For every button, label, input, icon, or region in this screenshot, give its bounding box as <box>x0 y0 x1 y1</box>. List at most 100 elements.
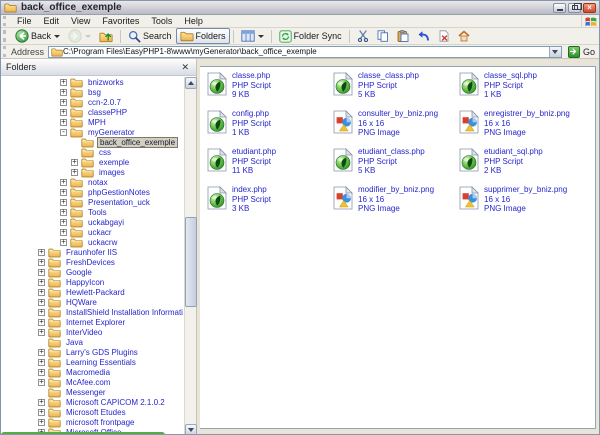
expand-icon[interactable]: + <box>38 319 45 326</box>
tree-item-label[interactable]: bnizworks <box>86 78 126 87</box>
file-tile[interactable]: etudiant_class.phpPHP Script5 KB <box>333 147 459 185</box>
expand-icon[interactable]: + <box>60 189 67 196</box>
copy-button[interactable] <box>373 28 393 44</box>
file-tile[interactable]: classe.phpPHP Script9 KB <box>207 71 333 109</box>
tree-item-label[interactable]: Presentation_uck <box>86 198 152 207</box>
tree-item-label[interactable]: Java <box>64 338 85 347</box>
home-button[interactable] <box>454 28 474 44</box>
back-dropdown-icon[interactable] <box>54 35 60 38</box>
expand-icon[interactable]: + <box>60 199 67 206</box>
tree-item[interactable]: + Macromedia <box>1 367 183 377</box>
minimize-button[interactable] <box>553 3 566 13</box>
scroll-up-button[interactable] <box>185 77 197 89</box>
tree-item-label[interactable]: HappyIcon <box>64 278 106 287</box>
tree-item[interactable]: + McAfee.com <box>1 377 183 387</box>
expand-icon[interactable]: + <box>60 79 67 86</box>
expand-icon[interactable]: + <box>38 249 45 256</box>
views-button[interactable] <box>237 28 268 44</box>
file-name[interactable]: config.php <box>232 109 271 119</box>
tree-item[interactable]: + uckacrw <box>1 237 183 247</box>
toolbar-gripper[interactable] <box>3 30 8 43</box>
tree-item-label[interactable]: back_office_exemple <box>97 137 178 148</box>
toolbar-gripper[interactable] <box>3 46 8 56</box>
tree-item[interactable]: Messenger <box>1 387 183 397</box>
tree-item[interactable]: + bnizworks <box>1 77 183 87</box>
expand-icon[interactable]: + <box>38 309 45 316</box>
tree-item-label[interactable]: Microsoft Etudes <box>64 408 128 417</box>
tree-item[interactable]: + ccn-2.0.7 <box>1 97 183 107</box>
file-name[interactable]: supprimer_by_bniz.png <box>484 185 567 195</box>
file-name[interactable]: classe_sql.php <box>484 71 537 81</box>
expand-icon[interactable]: + <box>38 379 45 386</box>
folder-sync-button[interactable]: Folder Sync <box>275 28 346 45</box>
tree-item[interactable]: + Hewlett-Packard <box>1 287 183 297</box>
collapse-icon[interactable]: - <box>60 129 67 136</box>
tree-item-label[interactable]: Tools <box>86 208 109 217</box>
tree-item[interactable]: + exemple <box>1 157 183 167</box>
tree-item[interactable]: + Microsoft CAPICOM 2.1.0.2 <box>1 397 183 407</box>
expand-icon[interactable]: + <box>38 299 45 306</box>
menu-tools[interactable]: Tools <box>145 15 178 27</box>
tree-item-label[interactable]: uckacr <box>86 228 114 237</box>
tree-item-label[interactable]: microsoft frontpage <box>64 418 136 427</box>
tree-item[interactable]: + Fraunhofer IIS <box>1 247 183 257</box>
file-name[interactable]: classe_class.php <box>358 71 419 81</box>
tree-item-label[interactable]: Hewlett-Packard <box>64 288 127 297</box>
up-button[interactable] <box>95 28 117 45</box>
expand-icon[interactable]: + <box>38 259 45 266</box>
expand-icon[interactable]: + <box>60 239 67 246</box>
tree-item[interactable]: + phpGestionNotes <box>1 187 183 197</box>
tree-item[interactable]: + InterVideo <box>1 327 183 337</box>
tree-item[interactable]: + uckacr <box>1 227 183 237</box>
tree-item[interactable]: + FreshDevices <box>1 257 183 267</box>
expand-icon[interactable]: + <box>71 159 78 166</box>
file-name[interactable]: etudiant_class.php <box>358 147 425 157</box>
forward-button[interactable] <box>64 27 95 45</box>
tree-item-label[interactable]: Fraunhofer IIS <box>64 248 119 257</box>
expand-icon[interactable]: + <box>38 419 45 426</box>
expand-icon[interactable]: + <box>60 219 67 226</box>
close-button[interactable]: × <box>583 3 596 13</box>
file-name[interactable]: index.php <box>232 185 271 195</box>
expand-icon[interactable]: + <box>38 359 45 366</box>
expand-icon[interactable]: + <box>60 119 67 126</box>
tree-item[interactable]: + bsg <box>1 87 183 97</box>
tree-item[interactable]: + uckabgayi <box>1 217 183 227</box>
tree-item-label[interactable]: InterVideo <box>64 328 104 337</box>
file-tile[interactable]: config.phpPHP Script1 KB <box>207 109 333 147</box>
file-name[interactable]: modifier_by_bniz.png <box>358 185 434 195</box>
folders-panel-close-icon[interactable]: ✕ <box>179 63 191 72</box>
tree-item-label[interactable]: uckabgayi <box>86 218 126 227</box>
tree-item-label[interactable]: Macromedia <box>64 368 112 377</box>
tree-item-label[interactable]: Learning Essentials <box>64 358 138 367</box>
expand-icon[interactable]: + <box>60 179 67 186</box>
expand-icon[interactable]: + <box>60 109 67 116</box>
file-tile[interactable]: modifier_by_bniz.png16 x 16PNG Image <box>333 185 459 223</box>
delete-button[interactable] <box>434 28 454 44</box>
file-tile[interactable]: classe_class.phpPHP Script5 KB <box>333 71 459 109</box>
scrollbar-thumb[interactable] <box>185 217 197 307</box>
tree-item-label[interactable]: phpGestionNotes <box>86 188 152 197</box>
tree-item-label[interactable]: bsg <box>86 88 103 97</box>
tree-item[interactable]: + Larry's GDS Plugins <box>1 347 183 357</box>
tree-item-label[interactable]: Messenger <box>64 388 108 397</box>
tree-item[interactable]: + Tools <box>1 207 183 217</box>
file-tile[interactable]: supprimer_by_bniz.png16 x 16PNG Image <box>459 185 585 223</box>
toolbar-gripper[interactable] <box>3 16 8 26</box>
menu-file[interactable]: File <box>11 15 38 27</box>
tree-item[interactable]: + Learning Essentials <box>1 357 183 367</box>
expand-icon[interactable]: + <box>38 279 45 286</box>
tree-item-label[interactable]: notax <box>86 178 110 187</box>
expand-icon[interactable]: + <box>38 409 45 416</box>
folders-button[interactable]: Folders <box>176 28 230 44</box>
expand-icon[interactable]: + <box>60 229 67 236</box>
file-tile[interactable]: index.phpPHP Script3 KB <box>207 185 333 223</box>
address-input[interactable]: C:\Program Files\EasyPHP1-8\www\myGenera… <box>48 46 562 58</box>
cut-button[interactable] <box>353 28 373 44</box>
tree-item-label[interactable]: css <box>97 148 113 157</box>
file-tile[interactable]: etudiant.phpPHP Script11 KB <box>207 147 333 185</box>
go-button[interactable] <box>568 46 580 58</box>
tree-item-label[interactable]: Google <box>64 268 94 277</box>
menu-favorites[interactable]: Favorites <box>96 15 145 27</box>
file-name[interactable]: consulter_by_bniz.png <box>358 109 438 119</box>
